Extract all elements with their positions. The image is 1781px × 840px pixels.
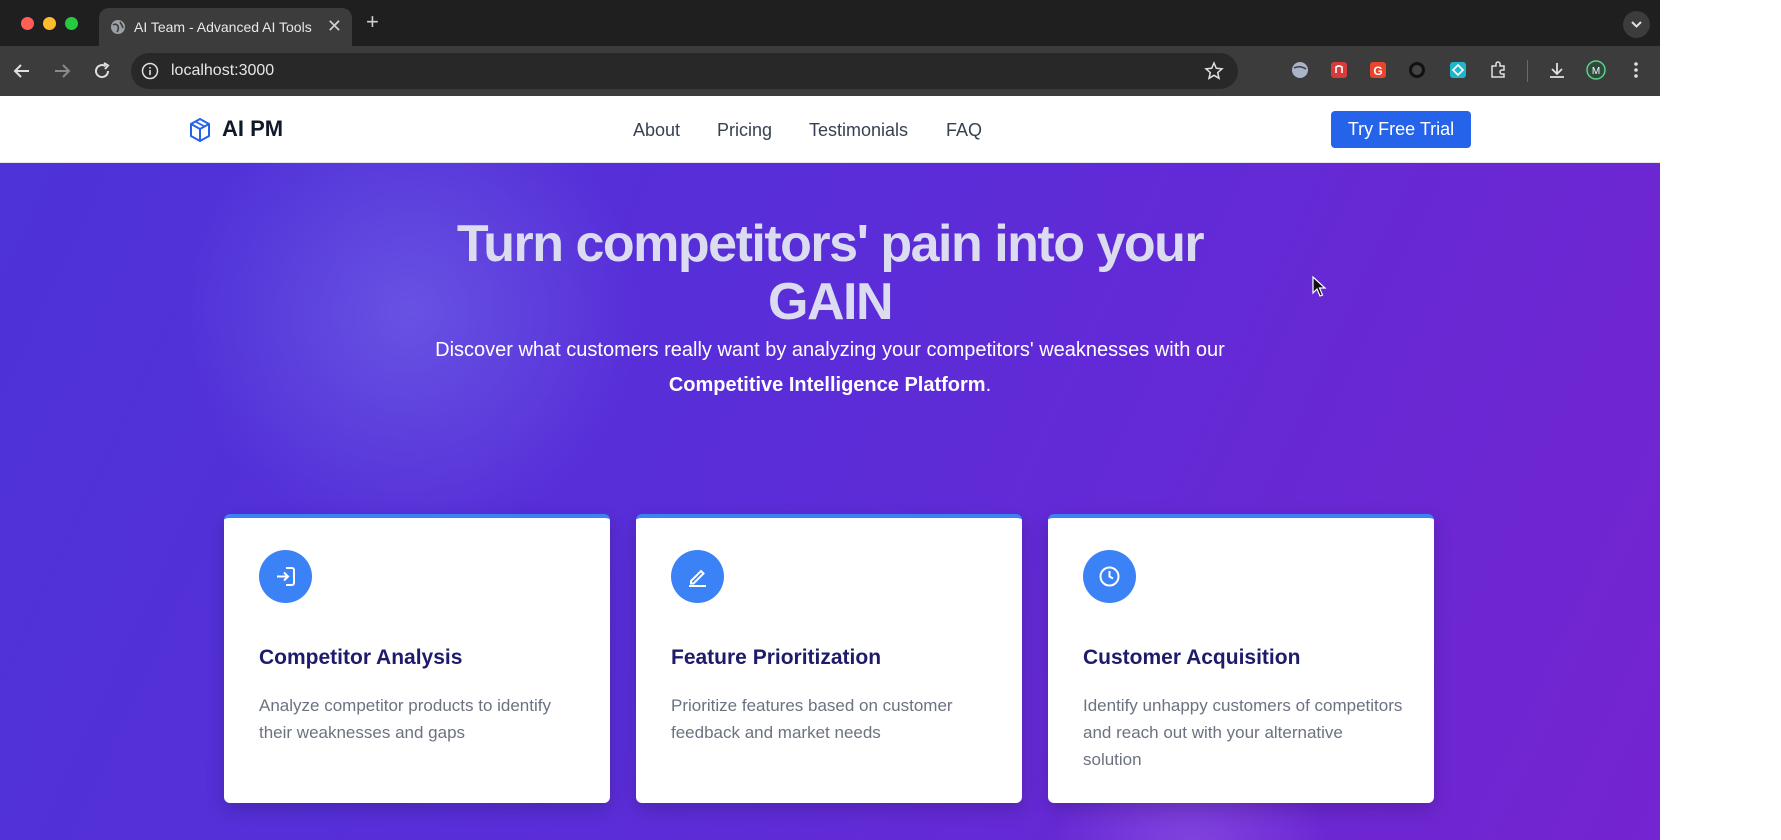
feature-card-feature-prioritization: Feature Prioritization Prioritize featur… xyxy=(636,514,1022,803)
extension-cyan-icon[interactable] xyxy=(1448,60,1468,80)
screen: AI Team - Advanced AI Tools ✕ + localhos… xyxy=(0,0,1781,840)
new-tab-button[interactable]: + xyxy=(366,10,379,34)
nav-pricing[interactable]: Pricing xyxy=(717,120,772,141)
extension-globe-icon[interactable] xyxy=(1290,60,1310,80)
pencil-icon xyxy=(671,550,724,603)
feature-card-customer-acquisition: Customer Acquisition Identify unhappy cu… xyxy=(1048,514,1434,803)
nav-testimonials[interactable]: Testimonials xyxy=(809,120,908,141)
tab-search-button[interactable] xyxy=(1623,11,1650,38)
cube-logo-icon[interactable] xyxy=(188,117,212,143)
tab-active[interactable]: AI Team - Advanced AI Tools ✕ xyxy=(99,8,352,46)
nav-faq[interactable]: FAQ xyxy=(946,120,982,141)
hero-subtitle: Discover what customers really want by a… xyxy=(380,333,1280,403)
site-header: AI PM About Pricing Testimonials FAQ Try… xyxy=(0,96,1660,163)
toolbar-divider xyxy=(1527,60,1528,82)
card-title: Feature Prioritization xyxy=(671,646,882,669)
tab-strip: AI Team - Advanced AI Tools ✕ + xyxy=(0,0,1660,46)
close-window-button[interactable] xyxy=(21,17,34,30)
extensions-puzzle-icon[interactable] xyxy=(1488,60,1508,80)
nav-about[interactable]: About xyxy=(633,120,680,141)
hero-section: Turn competitors' pain into your GAIN Di… xyxy=(0,163,1660,840)
back-arrow-icon[interactable] xyxy=(10,59,34,83)
hero-title: Turn competitors' pain into your GAIN xyxy=(456,215,1205,331)
try-free-trial-button[interactable]: Try Free Trial xyxy=(1331,111,1471,148)
chevron-down-icon xyxy=(1631,21,1642,28)
download-icon[interactable] xyxy=(1547,60,1567,80)
minimize-window-button[interactable] xyxy=(43,17,56,30)
card-title: Customer Acquisition xyxy=(1083,646,1301,669)
browser-window: AI Team - Advanced AI Tools ✕ + localhos… xyxy=(0,0,1660,840)
svg-text:M: M xyxy=(1592,66,1600,77)
feature-card-competitor-analysis: Competitor Analysis Analyze competitor p… xyxy=(224,514,610,803)
card-title: Competitor Analysis xyxy=(259,646,463,669)
bookmark-star-icon[interactable] xyxy=(1204,61,1224,81)
desktop-background xyxy=(1660,0,1781,840)
tab-close-button[interactable]: ✕ xyxy=(327,16,342,36)
site-info-icon[interactable] xyxy=(141,62,159,80)
hero-subtitle-period: . xyxy=(985,374,992,396)
profile-avatar-icon[interactable]: M xyxy=(1586,60,1606,80)
more-menu-icon[interactable] xyxy=(1626,60,1646,80)
globe-icon xyxy=(111,20,125,34)
svg-text:G: G xyxy=(1373,64,1382,78)
address-bar[interactable]: localhost:3000 xyxy=(131,53,1238,89)
clock-icon xyxy=(1083,550,1136,603)
extension-red-shield-icon[interactable] xyxy=(1329,60,1349,80)
maximize-window-button[interactable] xyxy=(65,17,78,30)
extension-record-icon[interactable] xyxy=(1407,60,1427,80)
page-viewport: AI PM About Pricing Testimonials FAQ Try… xyxy=(0,96,1660,840)
extension-grammar-icon[interactable]: G xyxy=(1368,60,1388,80)
browser-toolbar: localhost:3000 G M xyxy=(0,46,1660,96)
forward-arrow-icon[interactable] xyxy=(50,59,74,83)
site-logo[interactable]: AI PM xyxy=(222,116,283,142)
address-url[interactable]: localhost:3000 xyxy=(171,62,274,80)
tab-title: AI Team - Advanced AI Tools xyxy=(134,19,312,35)
login-arrow-icon xyxy=(259,550,312,603)
card-description: Analyze competitor products to identify … xyxy=(259,696,551,742)
reload-icon[interactable] xyxy=(90,59,114,83)
hero-subtitle-highlight: Competitive Intelligence Platform xyxy=(668,374,986,396)
card-description: Identify unhappy customers of competitor… xyxy=(1083,696,1403,769)
mouse-cursor-icon xyxy=(1312,276,1327,297)
card-description: Prioritize features based on customer fe… xyxy=(671,696,953,742)
hero-subtitle-text: Discover what customers really want by a… xyxy=(435,339,1225,361)
